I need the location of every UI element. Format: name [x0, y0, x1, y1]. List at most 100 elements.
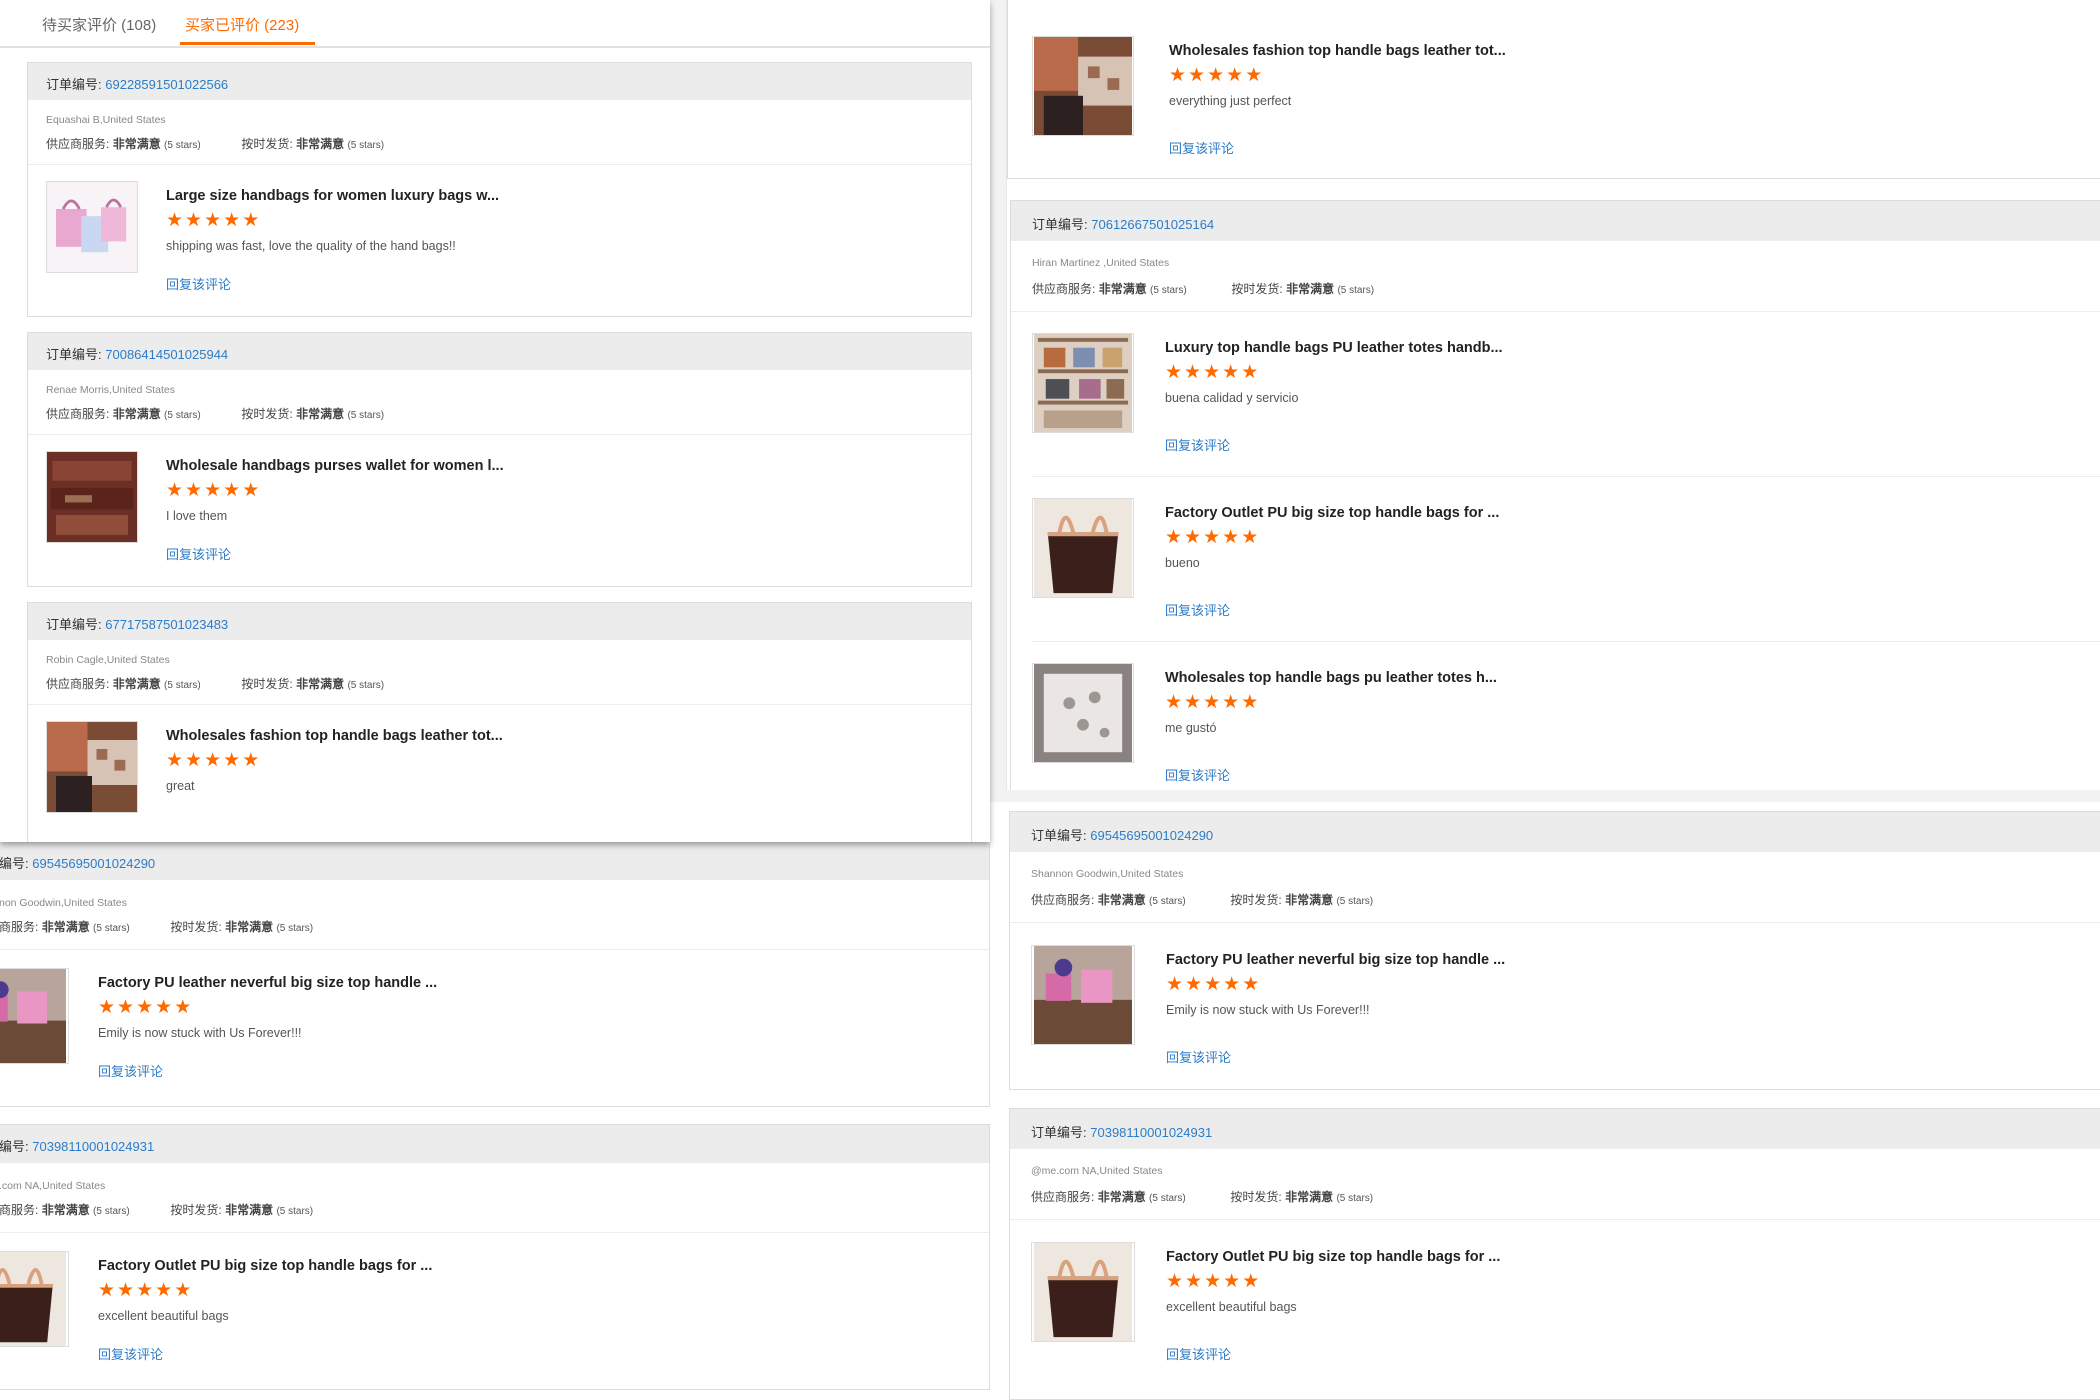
active-tab-indicator [180, 42, 315, 45]
reply-link[interactable]: 回复该评论 [166, 274, 231, 293]
star-icon: ★ [204, 210, 222, 231]
star-icon: ★ [204, 480, 222, 501]
star-icon: ★ [155, 997, 173, 1018]
order-number-link[interactable]: 70398110001024931 [1090, 1125, 1212, 1140]
rating-stars: ★ ★ ★ ★ ★ [1165, 693, 1260, 713]
reply-link[interactable]: 回复该评论 [1165, 765, 1230, 784]
star-icon: ★ [1204, 1271, 1222, 1292]
product-thumbnail[interactable] [46, 721, 138, 813]
order-number-link[interactable]: 70612667501025164 [1091, 217, 1214, 232]
review-item: Factory PU leather neverful big size top… [1031, 945, 2031, 1095]
product-title[interactable]: Factory PU leather neverful big size top… [98, 975, 437, 991]
star-icon: ★ [117, 997, 135, 1018]
order-number-link[interactable]: 70398110001024931 [32, 1139, 154, 1154]
service-ratings: 供应商服务: 非常满意 (5 stars) 按时发货: 非常满意 (5 star… [1031, 1190, 1374, 1204]
order-review-card: 编号: 70398110001024931 .com NA,United Sta… [0, 1124, 990, 1390]
reply-link[interactable]: 回复该评论 [1165, 600, 1230, 619]
rating-stars: ★ ★ ★ ★ ★ [1165, 363, 1260, 383]
product-thumbnail[interactable] [1032, 498, 1134, 598]
product-thumbnail[interactable] [1032, 663, 1134, 763]
order-review-card: 订单编号: 67717587501023483 Robin Cagle,Unit… [27, 602, 972, 842]
product-title[interactable]: Factory PU leather neverful big size top… [1166, 952, 1505, 968]
star-icon: ★ [223, 750, 241, 771]
reply-link[interactable]: 回复该评论 [1166, 1047, 1231, 1066]
reply-link[interactable]: 回复该评论 [1169, 138, 1234, 157]
order-header: 订单编号: 67717587501023483 [28, 603, 971, 640]
order-number-label: 订单编号: 70398110001024931 [1031, 1125, 1213, 1140]
product-thumbnail[interactable] [1032, 36, 1134, 136]
product-title[interactable]: Wholesales fashion top handle bags leath… [166, 728, 503, 744]
star-icon: ★ [1166, 974, 1184, 995]
order-number-link[interactable]: 69228591501022566 [105, 77, 228, 92]
star-icon: ★ [1226, 65, 1244, 86]
service-ratings: 供应商服务: 非常满意 (5 stars) 按时发货: 非常满意 (5 star… [46, 677, 385, 691]
review-comment: buena calidad y servicio [1165, 391, 1299, 405]
buyer-name: Equashai B,United States [46, 114, 166, 126]
star-icon: ★ [204, 750, 222, 771]
tab-reviewed[interactable]: 买家已评价 (223) [185, 14, 299, 35]
review-comment: everything just perfect [1169, 94, 1292, 108]
star-icon: ★ [1166, 1271, 1184, 1292]
reply-link[interactable]: 回复该评论 [166, 544, 231, 563]
rating-stars: ★ ★ ★ ★ ★ [1165, 528, 1260, 548]
product-thumbnail[interactable] [46, 181, 138, 273]
review-comment: excellent beautiful bags [1166, 1300, 1297, 1314]
review-item: Luxury top handle bags PU leather totes … [1032, 333, 2032, 483]
order-number-label: 订单编号: 67717587501023483 [46, 617, 229, 632]
product-title[interactable]: Wholesales top handle bags pu leather to… [1165, 670, 1497, 686]
star-icon: ★ [174, 1280, 192, 1301]
star-icon: ★ [1184, 362, 1202, 383]
order-header: 订单编号: 70398110001024931 [1010, 1109, 2100, 1149]
product-title[interactable]: Large size handbags for women luxury bag… [166, 188, 499, 204]
order-number-link[interactable]: 70086414501025944 [105, 347, 228, 362]
reply-link[interactable]: 回复该评论 [98, 1061, 163, 1080]
rating-stars: ★ ★ ★ ★ ★ [166, 211, 261, 231]
star-icon: ★ [98, 1280, 116, 1301]
product-thumbnail[interactable] [0, 1251, 69, 1347]
star-icon: ★ [242, 750, 260, 771]
star-icon: ★ [1207, 65, 1225, 86]
star-icon: ★ [185, 210, 203, 231]
order-number-label: 订单编号: 70612667501025164 [1032, 217, 1215, 232]
rating-stars: ★ ★ ★ ★ ★ [98, 1281, 193, 1301]
product-title[interactable]: Factory Outlet PU big size top handle ba… [1165, 505, 1499, 521]
divider [28, 164, 971, 165]
order-number-link[interactable]: 69545695001024290 [1090, 828, 1213, 843]
divider [1032, 476, 2100, 477]
reply-link[interactable]: 回复该评论 [98, 1344, 163, 1363]
product-thumbnail[interactable] [0, 968, 69, 1064]
review-comment: excellent beautiful bags [98, 1309, 229, 1323]
product-title[interactable]: Factory Outlet PU big size top handle ba… [1166, 1249, 1500, 1265]
star-icon: ★ [242, 210, 260, 231]
reviews-panel-right-lower: 订单编号: 69545695001024290 Shannon Goodwin,… [990, 802, 2100, 1400]
star-icon: ★ [1242, 1271, 1260, 1292]
tab-pending-review[interactable]: 待买家评价 (108) [42, 14, 156, 35]
service-ratings: 供应商服务: 非常满意 (5 stars) 按时发货: 非常满意 (5 star… [1032, 282, 1375, 296]
star-icon: ★ [185, 480, 203, 501]
service-ratings: 供应商服务: 非常满意 (5 stars) 按时发货: 非常满意 (5 star… [46, 407, 385, 421]
review-comment: I love them [166, 509, 228, 523]
star-icon: ★ [1203, 692, 1221, 713]
reply-link[interactable]: 回复该评论 [1166, 1344, 1231, 1363]
order-review-card: 订单编号: 70086414501025944 Renae Morris,Uni… [27, 332, 972, 587]
product-thumbnail[interactable] [1032, 333, 1134, 433]
product-thumbnail[interactable] [46, 451, 138, 543]
order-number-link[interactable]: 69545695001024290 [32, 856, 155, 871]
star-icon: ★ [1165, 527, 1183, 548]
reply-link[interactable]: 回复该评论 [1165, 435, 1230, 454]
order-number-link[interactable]: 67717587501023483 [105, 617, 228, 632]
product-title[interactable]: Luxury top handle bags PU leather totes … [1165, 340, 1503, 356]
product-title[interactable]: Wholesale handbags purses wallet for wom… [166, 458, 504, 474]
rating-stars: ★ ★ ★ ★ ★ [166, 481, 261, 501]
order-header: 订单编号: 69228591501022566 [28, 63, 971, 100]
product-thumbnail[interactable] [1031, 945, 1135, 1045]
star-icon: ★ [1223, 974, 1241, 995]
star-icon: ★ [1242, 974, 1260, 995]
star-icon: ★ [223, 480, 241, 501]
product-title[interactable]: Wholesales fashion top handle bags leath… [1169, 43, 1506, 59]
star-icon: ★ [1185, 974, 1203, 995]
reviews-panel-left: 待买家评价 (108) 买家已评价 (223) 订单编号: 6922859150… [0, 0, 990, 842]
product-title[interactable]: Factory Outlet PU big size top handle ba… [98, 1258, 432, 1274]
product-thumbnail[interactable] [1031, 1242, 1135, 1342]
buyer-name: .com NA,United States [0, 1180, 106, 1192]
